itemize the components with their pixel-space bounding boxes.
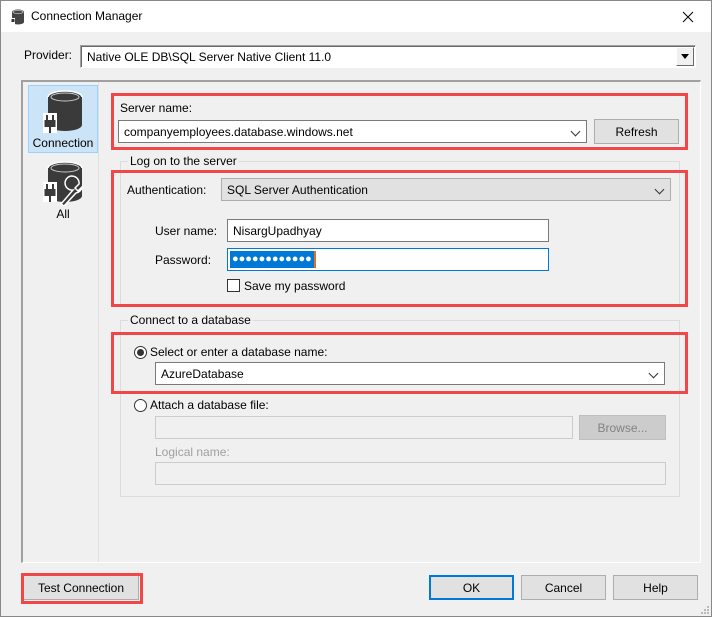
password-value: ●●●●●●●●●●●● [230,251,316,268]
close-icon [682,11,694,22]
attach-file-input[interactable] [155,416,573,439]
nav-item-label: Connection [32,136,94,150]
database-plug-icon [43,90,83,133]
username-value: NisargUpadhyay [233,224,322,238]
username-input[interactable]: NisargUpadhyay [227,219,549,242]
select-database-radio[interactable] [134,346,147,359]
window-title: Connection Manager [31,9,143,23]
resize-grip-icon[interactable] [699,604,709,614]
page-navigator: Connection All [23,82,99,562]
server-name-value: companyemployees.database.windows.net [124,125,353,139]
nav-item-all[interactable]: All [28,157,98,225]
chevron-down-icon[interactable] [648,368,659,379]
ok-button-label: OK [462,580,481,595]
database-plug-wrench-icon [43,161,84,206]
save-password-checkbox[interactable] [227,279,240,292]
provider-value: Native OLE DB\SQL Server Native Client 1… [87,50,332,64]
dropdown-arrow-icon [681,54,689,59]
authentication-label: Authentication: [127,183,207,197]
attach-database-radio[interactable] [134,399,147,412]
logical-name-label: Logical name: [155,445,230,459]
attach-database-label[interactable]: Attach a database file: [150,398,269,412]
database-group-title: Connect to a database [128,313,253,327]
server-name-combobox[interactable]: companyemployees.database.windows.net [118,120,587,143]
logon-group-title: Log on to the server [128,154,239,168]
save-password-label[interactable]: Save my password [244,279,345,293]
chevron-down-icon[interactable] [654,184,665,195]
connection-manager-dialog: Connection Manager Provider: Native OLE … [0,0,712,617]
refresh-button[interactable]: Refresh [594,119,679,144]
cancel-button[interactable]: Cancel [521,575,606,600]
provider-select[interactable]: Native OLE DB\SQL Server Native Client 1… [80,45,696,68]
browse-button[interactable]: Browse... [579,415,666,440]
database-name-combobox[interactable]: AzureDatabase [155,362,665,385]
authentication-select[interactable]: SQL Server Authentication [221,178,671,201]
authentication-value: SQL Server Authentication [227,183,368,197]
test-connection-label: Test Connection [37,580,125,595]
ok-button[interactable]: OK [429,575,514,600]
nav-item-label: All [56,207,70,221]
provider-dropdown-button[interactable] [676,47,694,66]
provider-label: Provider: [24,48,73,62]
title-bar: Connection Manager [1,1,711,32]
close-button[interactable] [665,1,711,32]
refresh-button-label: Refresh [615,124,658,139]
password-input[interactable]: ●●●●●●●●●●●● [227,248,549,271]
test-connection-button[interactable]: Test Connection [23,575,139,600]
server-name-label: Server name: [120,101,193,115]
help-button[interactable]: Help [613,575,698,600]
username-label: User name: [155,224,218,238]
help-button-label: Help [643,580,668,595]
logical-name-input[interactable] [155,462,666,485]
database-name-value: AzureDatabase [161,367,244,381]
chevron-down-icon[interactable] [570,126,581,137]
database-icon [11,9,24,25]
nav-item-connection[interactable]: Connection [28,85,98,153]
password-label: Password: [155,253,212,267]
select-database-label[interactable]: Select or enter a database name: [150,345,327,359]
cancel-button-label: Cancel [544,580,583,595]
browse-button-label: Browse... [597,420,648,435]
